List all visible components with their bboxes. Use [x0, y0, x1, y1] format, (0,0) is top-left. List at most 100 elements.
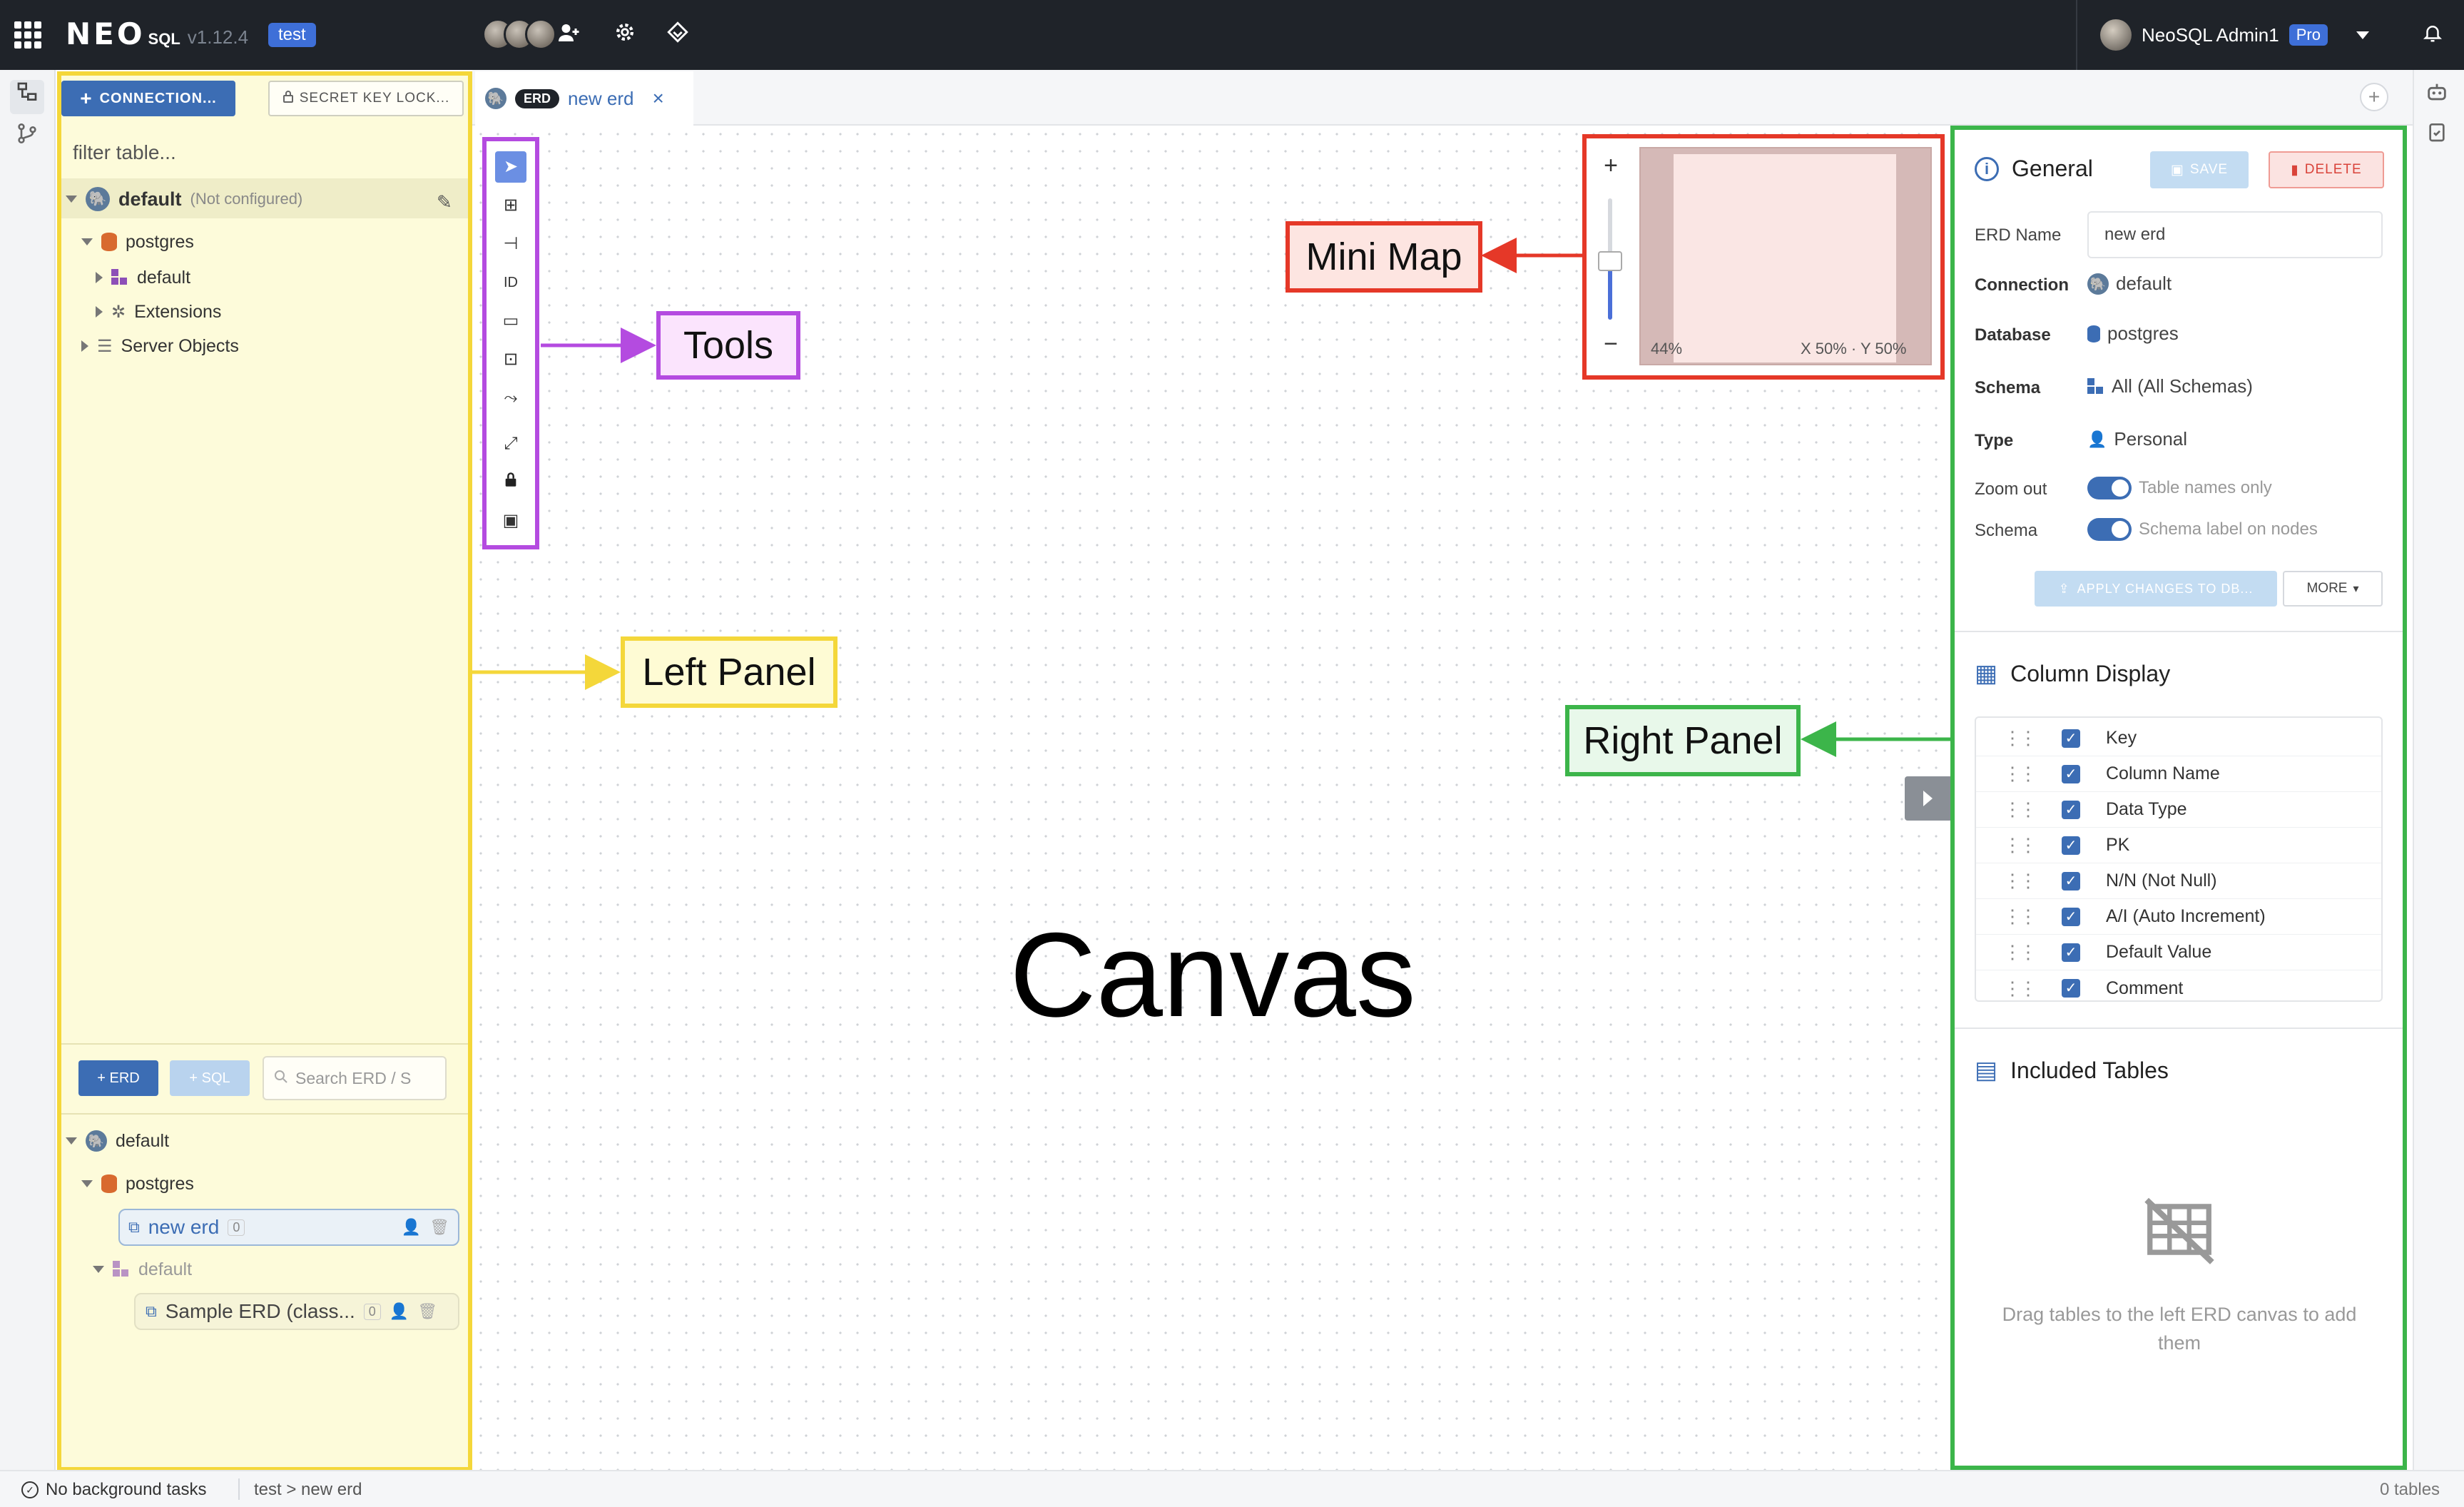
column-row[interactable]: ⋮⋮ ✓ PK: [1976, 828, 2381, 863]
notification-bell-icon[interactable]: [2420, 21, 2445, 47]
type-label: Type: [1975, 431, 2014, 450]
app-logo: NEO SQL v1.12.4: [66, 16, 248, 51]
person-icon: 👤: [2087, 430, 2107, 448]
schema-toggle-row: Schema label on nodes: [2087, 518, 2318, 541]
drag-handle-icon[interactable]: ⋮⋮: [2003, 905, 2037, 928]
tree-schema-default[interactable]: default: [96, 260, 190, 295]
drag-handle-icon[interactable]: ⋮⋮: [2003, 941, 2037, 963]
column-label: Default Value: [2106, 942, 2212, 962]
chevron-right-icon[interactable]: [96, 272, 103, 283]
checkbox-checked-icon[interactable]: ✓: [2062, 836, 2080, 855]
checkbox-checked-icon[interactable]: ✓: [2062, 907, 2080, 926]
callout-left-panel: Left Panel: [621, 636, 838, 708]
erd-tree-database[interactable]: postgres: [81, 1166, 194, 1202]
save-button[interactable]: ▣ SAVE: [2150, 151, 2249, 188]
clipboard-check-icon[interactable]: [2420, 120, 2454, 154]
status-breadcrumb[interactable]: test > new erd: [254, 1480, 362, 1500]
trash-icon: ▮: [2291, 162, 2299, 178]
close-icon[interactable]: ×: [653, 87, 664, 110]
checkbox-checked-icon[interactable]: ✓: [2062, 764, 2080, 783]
tree-extensions[interactable]: ✲ Extensions: [96, 294, 221, 330]
schema-toggle-text: Schema label on nodes: [2139, 519, 2318, 539]
trash-icon[interactable]: 🗑: [429, 1218, 449, 1237]
chevron-down-icon[interactable]: [93, 1266, 104, 1273]
chevron-down-icon[interactable]: [81, 238, 93, 245]
more-button[interactable]: MORE ▾: [2283, 571, 2383, 607]
chevron-down-icon[interactable]: [66, 1137, 77, 1145]
erd-search-input[interactable]: Search ERD / S: [263, 1056, 447, 1100]
column-row[interactable]: ⋮⋮ ✓ Comment: [1976, 970, 2381, 1006]
tab-new-erd[interactable]: 🐘 ERD new erd ×: [475, 71, 693, 126]
schema-value: All (All Schemas): [2087, 375, 2253, 397]
column-row[interactable]: ⋮⋮ ✓ Column Name: [1976, 756, 2381, 792]
erd-item-sample[interactable]: ⧉ Sample ERD (class... 0 👤 🗑: [134, 1293, 459, 1330]
column-row[interactable]: ⋮⋮ ✓ Default Value: [1976, 935, 2381, 970]
schema-label-toggle[interactable]: [2087, 518, 2132, 541]
status-bar: ✓ No background tasks test > new erd 0 t…: [0, 1470, 2464, 1507]
column-row[interactable]: ⋮⋮ ✓ Data Type: [1976, 792, 2381, 828]
robot-assistant-icon[interactable]: [2420, 80, 2454, 114]
chevron-down-icon[interactable]: [81, 1180, 93, 1187]
add-connection-button[interactable]: + CONNECTION...: [61, 81, 235, 116]
background-tasks-status[interactable]: ✓ No background tasks: [21, 1480, 206, 1500]
drag-handle-icon[interactable]: ⋮⋮: [2003, 978, 2037, 1000]
connection-value-text: default: [2116, 273, 2172, 294]
user-menu[interactable]: NeoSQL Admin1 Pro: [2076, 0, 2376, 70]
status-divider: [238, 1478, 240, 1500]
checkbox-checked-icon[interactable]: ✓: [2062, 943, 2080, 962]
erd-tree-schema-name: default: [138, 1259, 193, 1279]
column-row[interactable]: ⋮⋮ ✓ N/N (Not Null): [1976, 863, 2381, 899]
user-management-icon[interactable]: [555, 20, 584, 49]
plus-icon: +: [97, 1070, 110, 1086]
collapse-panel-button[interactable]: [1905, 776, 1950, 821]
erd-item-new-erd[interactable]: ⧉ new erd 0 👤 🗑: [118, 1209, 459, 1246]
extensions-label: Extensions: [134, 301, 222, 322]
delete-button[interactable]: ▮ DELETE: [2269, 151, 2384, 188]
column-display-section-title: ▦ Column Display: [1975, 659, 2170, 688]
add-connection-label: CONNECTION...: [99, 90, 217, 106]
checkbox-checked-icon[interactable]: ✓: [2062, 729, 2080, 748]
new-sql-button[interactable]: + SQL: [170, 1060, 250, 1096]
settings-gear-icon[interactable]: [611, 20, 639, 49]
erd-name-input[interactable]: new erd: [2087, 211, 2383, 258]
checkbox-checked-icon[interactable]: ✓: [2062, 979, 2080, 998]
apply-changes-label: APPLY CHANGES TO DB...: [2077, 581, 2254, 596]
git-branch-icon[interactable]: [10, 121, 44, 156]
tree-connection-default[interactable]: 🐘 default (Not configured): [66, 181, 302, 217]
apps-grid-icon[interactable]: [14, 21, 41, 49]
erd-tree-connection[interactable]: 🐘 default: [66, 1123, 169, 1159]
drag-handle-icon[interactable]: ⋮⋮: [2003, 798, 2037, 821]
drag-handle-icon[interactable]: ⋮⋮: [2003, 727, 2037, 749]
zoom-out-label: Zoom out: [1975, 480, 2047, 499]
erd-tree-schema[interactable]: default: [93, 1252, 192, 1287]
chevron-down-icon[interactable]: [66, 196, 77, 203]
server-stack-icon: ☰: [97, 336, 113, 356]
add-tab-button[interactable]: +: [2360, 83, 2388, 111]
new-erd-button[interactable]: + ERD: [78, 1060, 158, 1096]
trash-icon[interactable]: 🗑: [417, 1302, 437, 1321]
checkbox-checked-icon[interactable]: ✓: [2062, 871, 2080, 890]
drag-handle-icon[interactable]: ⋮⋮: [2003, 870, 2037, 892]
tree-server-objects[interactable]: ☰ Server Objects: [81, 328, 239, 364]
zoom-out-toggle[interactable]: [2087, 477, 2132, 499]
database-value-text: postgres: [2107, 323, 2179, 344]
tree-database-postgres[interactable]: postgres: [81, 224, 194, 260]
drag-handle-icon[interactable]: ⋮⋮: [2003, 834, 2037, 856]
explorer-tree-icon[interactable]: [10, 80, 44, 114]
erd-tree-connection-name: default: [116, 1130, 170, 1151]
database-icon: [101, 233, 117, 251]
canvas-label: Canvas: [1009, 908, 1416, 1042]
secret-key-lock-button[interactable]: SECRET KEY LOCK...: [268, 81, 464, 116]
layers-icon[interactable]: [663, 20, 692, 49]
callout-right-panel: Right Panel: [1565, 705, 1801, 776]
drag-handle-icon[interactable]: ⋮⋮: [2003, 763, 2037, 785]
checkbox-checked-icon[interactable]: ✓: [2062, 800, 2080, 819]
edit-pencil-icon[interactable]: ✎: [437, 191, 452, 213]
apply-changes-button[interactable]: ⇪ APPLY CHANGES TO DB...: [2035, 571, 2277, 607]
filter-table-input[interactable]: filter table...: [64, 134, 464, 171]
column-row[interactable]: ⋮⋮ ✓ Key: [1976, 721, 2381, 756]
chevron-right-icon[interactable]: [96, 306, 103, 318]
online-users-avatars[interactable]: [482, 19, 556, 50]
chevron-right-icon[interactable]: [81, 340, 88, 352]
column-row[interactable]: ⋮⋮ ✓ A/I (Auto Increment): [1976, 899, 2381, 935]
